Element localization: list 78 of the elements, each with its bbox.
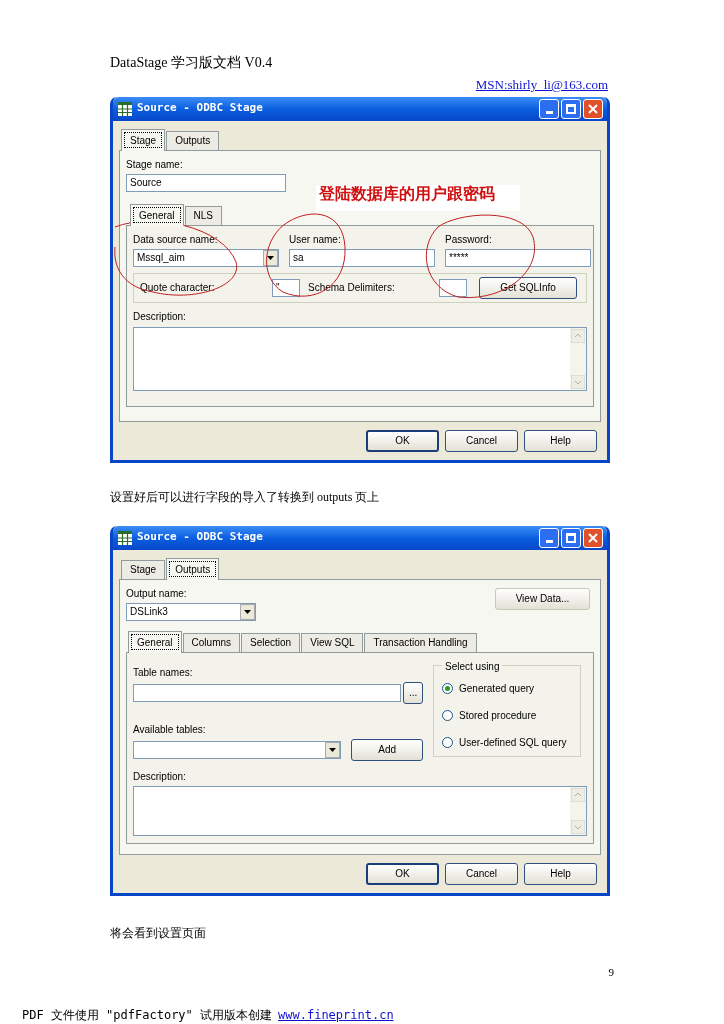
field-label: Data source name: [133, 232, 219, 247]
dialog-button[interactable]: Help [524, 429, 597, 452]
radio-label: User-defined SQL query [459, 735, 567, 750]
tab[interactable]: NLS [184, 205, 223, 225]
scrollbar[interactable] [570, 786, 586, 835]
description-field[interactable] [133, 785, 587, 836]
caret-icon [244, 609, 251, 614]
window-title: Source - ODBC Stage [137, 100, 263, 117]
field-label: Stage name: [126, 157, 184, 172]
tab[interactable]: Outputs [166, 130, 220, 150]
close-icon [588, 532, 598, 543]
dropdown-field[interactable] [133, 740, 342, 759]
minimize-button[interactable] [539, 527, 559, 548]
tab[interactable]: Columns [182, 632, 241, 652]
dialog-button[interactable]: Cancel [445, 862, 518, 885]
radio-button[interactable] [442, 736, 453, 748]
text-field[interactable]: ***** [445, 248, 591, 267]
grid-icon [117, 100, 133, 117]
contact-link[interactable]: MSN:shirly_li@163.com [475, 75, 608, 95]
tab[interactable]: Selection [241, 632, 301, 652]
scroll-up-icon [571, 787, 585, 802]
dropdown-button[interactable] [263, 249, 278, 266]
page-number: 9 [608, 964, 614, 980]
tab[interactable]: Stage [121, 559, 166, 579]
field-label: Description: [133, 309, 187, 324]
dropdown-field[interactable]: DSLink3 [126, 602, 256, 621]
add-button[interactable]: Add [351, 738, 423, 761]
footer-link[interactable]: www.fineprint.cn [278, 1006, 394, 1024]
tab[interactable]: Transaction Handling [364, 632, 477, 652]
close-icon [588, 103, 598, 114]
dropdown-field[interactable]: Mssql_aim [133, 248, 279, 267]
field-label: User name: [289, 232, 342, 247]
radio-button[interactable] [442, 710, 453, 721]
description-field[interactable] [133, 326, 587, 391]
radio-label: Stored procedure [459, 709, 537, 723]
radio-button[interactable] [442, 683, 453, 695]
dropdown-button[interactable] [240, 603, 255, 620]
scroll-down-icon [571, 819, 585, 834]
field-label: Description: [133, 769, 187, 784]
dialog-button[interactable]: Cancel [445, 429, 518, 452]
caption: 设置好后可以进行字段的导入了转换到 outputs 页上 [110, 488, 381, 506]
footer-text: PDF 文件使用 "pdfFactory" 试用版本创建 [22, 1007, 273, 1024]
tab[interactable]: Stage [121, 128, 166, 151]
scroll-down-icon [571, 374, 585, 389]
field-label: Output name: [126, 586, 188, 601]
close-button[interactable] [583, 98, 603, 119]
table-names-field[interactable] [133, 683, 402, 702]
radio-label: Generated query [459, 682, 535, 697]
close-button[interactable] [583, 527, 603, 548]
annotation-note: 登陆数据库的用户跟密码 [316, 184, 520, 211]
caret-icon [267, 255, 274, 260]
grid-icon [117, 529, 133, 546]
browse-button[interactable]: ... [403, 681, 423, 704]
tab[interactable]: General [130, 203, 184, 226]
caption: 将会看到设置页面 [110, 924, 207, 942]
dialog-button[interactable]: OK [366, 862, 439, 885]
quote-field[interactable]: " [272, 278, 300, 297]
field-label: Table names: [133, 665, 194, 680]
dropdown-button[interactable] [325, 741, 341, 758]
document-title: DataStage 学习版文档 V0.4 [110, 54, 274, 72]
field-label: Available tables: [133, 722, 207, 737]
maximize-button[interactable] [561, 527, 581, 548]
tab[interactable]: View SQL [301, 632, 364, 652]
minimize-button[interactable] [539, 98, 559, 119]
scroll-up-icon [571, 328, 585, 343]
dialog-button[interactable]: Help [524, 862, 597, 885]
scrollbar[interactable] [570, 327, 586, 390]
text-field[interactable]: sa [289, 248, 435, 267]
dialog-button[interactable]: OK [366, 429, 439, 452]
window-title: Source - ODBC Stage [137, 529, 263, 546]
field-label: Quote character: [140, 281, 216, 295]
stage-name-field[interactable]: Source [126, 173, 286, 192]
caret-icon [329, 747, 337, 752]
maximize-button[interactable] [561, 98, 581, 119]
tab[interactable]: Outputs [166, 557, 220, 580]
tab[interactable]: General [128, 630, 182, 653]
delimiter-field[interactable] [439, 278, 467, 297]
field-label: Password: [445, 232, 493, 247]
